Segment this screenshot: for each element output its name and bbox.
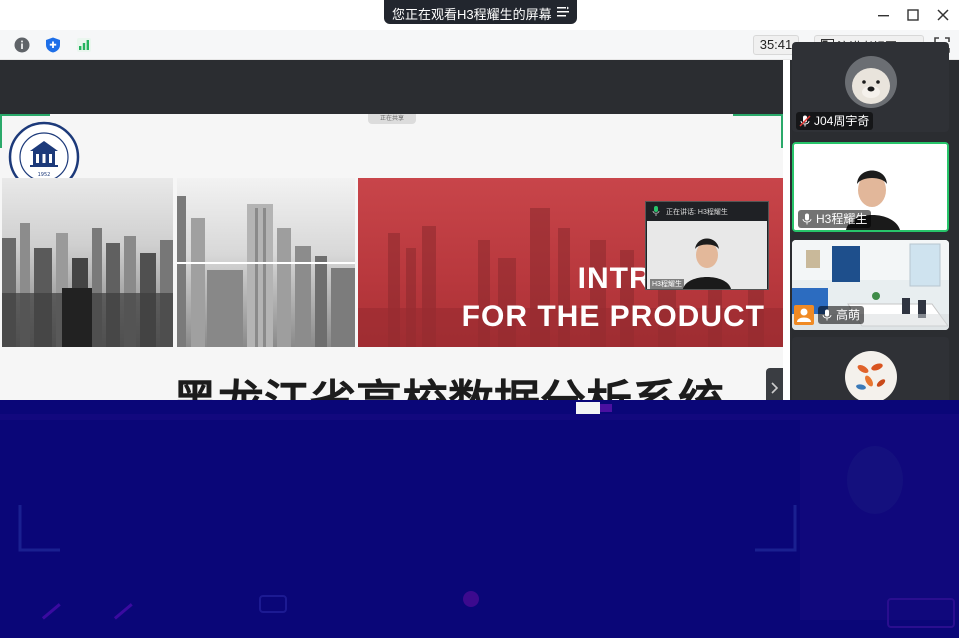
intro-heading-line2: FOR THE PRODUCT (461, 300, 765, 333)
pip-header: 正在讲话: H3程耀生 (646, 202, 768, 220)
meeting-window: 您正在观看H3程耀生的屏幕 35:41 正在共享 1952 FOR THE PR… (0, 0, 959, 638)
menu-icon[interactable] (556, 5, 570, 19)
participant-tile[interactable]: 高萌 (792, 240, 949, 330)
security-shield-icon[interactable] (45, 37, 61, 53)
corrupted-video-region (0, 400, 959, 638)
share-border-indicator (733, 114, 783, 116)
microphone-icon (802, 213, 812, 225)
participant-name-badge: H3程耀生 (798, 210, 872, 228)
close-icon[interactable] (934, 6, 952, 24)
pip-participant-name: H3程耀生 (650, 279, 684, 289)
pip-video-feed: H3程耀生 (647, 221, 767, 289)
participant-name-badge: 高萌 (818, 306, 865, 324)
shared-screen: 正在共享 1952 FOR THE PRODUCT 黑龙江省高校数据分析系统 正… (0, 60, 783, 416)
presentation-slide: 正在共享 1952 FOR THE PRODUCT 黑龙江省高校数据分析系统 正… (0, 114, 783, 416)
participant-gallery: J04周宇奇 H3程耀生 高萌 (790, 42, 959, 407)
participant-tile[interactable]: J04周宇奇 (792, 42, 949, 132)
fish-avatar-icon (845, 351, 897, 403)
participant-name: J04周宇奇 (814, 114, 870, 128)
participant-name: H3程耀生 (816, 212, 868, 226)
maximize-icon[interactable] (904, 6, 922, 24)
floating-speaker-video[interactable]: 正在讲话: H3程耀生 H3程耀生 (645, 201, 769, 290)
participant-tile[interactable] (792, 337, 949, 407)
share-banner-text: 您正在观看H3程耀生的屏幕 (392, 7, 552, 22)
person-icon (794, 305, 814, 325)
microphone-muted-icon (799, 115, 811, 127)
share-border-indicator (0, 114, 50, 116)
minimize-icon[interactable] (875, 6, 893, 24)
city-photo-left (2, 178, 173, 347)
participant-tile-active-speaker[interactable]: H3程耀生 (792, 142, 949, 232)
chevron-right-icon (771, 382, 779, 394)
share-border-indicator (781, 114, 783, 148)
microphone-icon (822, 309, 832, 321)
network-signal-icon[interactable] (76, 37, 92, 53)
dog-avatar-icon (845, 56, 897, 108)
participant-name: 高萌 (836, 308, 861, 322)
glitch-artifacts (18, 402, 959, 628)
info-icon[interactable] (14, 37, 30, 53)
microphone-icon (652, 206, 660, 216)
share-banner[interactable]: 您正在观看H3程耀生的屏幕 (384, 0, 577, 24)
city-photo-middle (177, 178, 355, 347)
title-bar: 您正在观看H3程耀生的屏幕 (0, 0, 959, 30)
pip-speaking-label: 正在讲话: H3程耀生 (666, 209, 728, 216)
sharing-tag: 正在共享 (368, 114, 416, 124)
participant-name-badge: J04周宇奇 (796, 112, 874, 130)
meeting-room-background (792, 240, 949, 330)
share-border-indicator (0, 114, 2, 148)
